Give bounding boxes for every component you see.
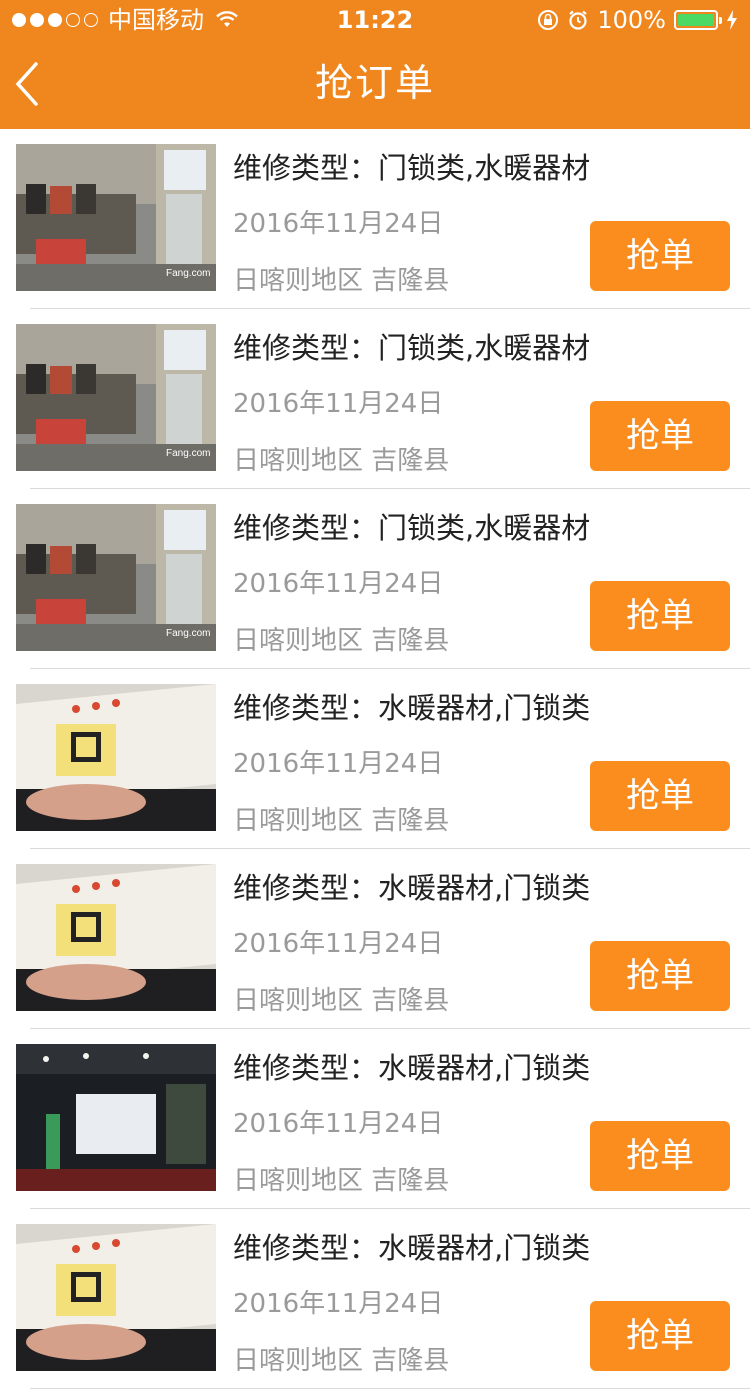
order-thumbnail xyxy=(16,684,216,831)
order-thumbnail xyxy=(16,1044,216,1191)
svg-text:Fang.com: Fang.com xyxy=(166,268,210,279)
order-region: 日喀则地区 吉隆县 xyxy=(233,446,450,476)
list-item[interactable]: 维修类型：水暖器材,门锁类 2016年11月24日 日喀则地区 吉隆县 抢单 xyxy=(0,669,750,849)
list-item[interactable]: Fang.com 维修类型：门锁类,水暖器材 2016年11月24日 日喀则地区… xyxy=(0,489,750,669)
order-thumbnail xyxy=(16,864,216,1011)
order-date: 2016年11月24日 xyxy=(233,209,444,239)
rotation-lock-icon xyxy=(538,10,559,30)
list-item[interactable]: 维修类型：水暖器材,门锁类 2016年11月24日 日喀则地区 吉隆县 抢单 xyxy=(0,849,750,1029)
status-right: 100% xyxy=(537,0,738,40)
order-region: 日喀则地区 吉隆县 xyxy=(233,1346,450,1376)
nav-bar: 抢订单 xyxy=(0,40,750,129)
order-title: 维修类型：门锁类,水暖器材 xyxy=(233,151,591,185)
order-date: 2016年11月24日 xyxy=(233,749,444,779)
svg-text:Fang.com: Fang.com xyxy=(166,448,210,459)
order-date: 2016年11月24日 xyxy=(233,389,444,419)
order-thumbnail: Fang.com xyxy=(16,324,216,471)
order-region: 日喀则地区 吉隆县 xyxy=(233,266,450,296)
header: 中国移动 11:22 100% 抢订单 xyxy=(0,0,750,129)
order-title: 维修类型：水暖器材,门锁类 xyxy=(233,691,591,725)
order-date: 2016年11月24日 xyxy=(233,1109,444,1139)
battery-icon xyxy=(674,10,722,30)
order-title: 维修类型：门锁类,水暖器材 xyxy=(233,511,591,545)
order-list: Fang.com 维修类型：门锁类,水暖器材 2016年11月24日 日喀则地区… xyxy=(0,129,750,1389)
grab-order-button[interactable]: 抢单 xyxy=(590,1121,730,1191)
order-date: 2016年11月24日 xyxy=(233,929,444,959)
list-item[interactable]: Fang.com 维修类型：门锁类,水暖器材 2016年11月24日 日喀则地区… xyxy=(0,309,750,489)
order-title: 维修类型：水暖器材,门锁类 xyxy=(233,1231,591,1265)
grab-order-button[interactable]: 抢单 xyxy=(590,221,730,291)
order-title: 维修类型：门锁类,水暖器材 xyxy=(233,331,591,365)
list-item[interactable]: 维修类型：水暖器材,门锁类 2016年11月24日 日喀则地区 吉隆县 抢单 xyxy=(0,1029,750,1209)
grab-order-button[interactable]: 抢单 xyxy=(590,941,730,1011)
battery-percent: 100% xyxy=(597,6,666,34)
charging-icon xyxy=(727,10,737,30)
order-thumbnail: Fang.com xyxy=(16,504,216,651)
list-item[interactable]: Fang.com 维修类型：门锁类,水暖器材 2016年11月24日 日喀则地区… xyxy=(0,129,750,309)
list-item[interactable]: 维修类型：水暖器材,门锁类 2016年11月24日 日喀则地区 吉隆县 抢单 xyxy=(0,1209,750,1389)
order-date: 2016年11月24日 xyxy=(233,1289,444,1319)
order-title: 维修类型：水暖器材,门锁类 xyxy=(233,871,591,905)
svg-text:Fang.com: Fang.com xyxy=(166,628,210,639)
order-title: 维修类型：水暖器材,门锁类 xyxy=(233,1051,591,1085)
grab-order-button[interactable]: 抢单 xyxy=(590,401,730,471)
order-region: 日喀则地区 吉隆县 xyxy=(233,986,450,1016)
order-date: 2016年11月24日 xyxy=(233,569,444,599)
order-thumbnail xyxy=(16,1224,216,1371)
grab-order-button[interactable]: 抢单 xyxy=(590,1301,730,1371)
page-title: 抢订单 xyxy=(314,61,435,105)
grab-order-button[interactable]: 抢单 xyxy=(590,581,730,651)
order-region: 日喀则地区 吉隆县 xyxy=(233,626,450,656)
alarm-icon xyxy=(569,10,588,30)
status-bar: 中国移动 11:22 100% xyxy=(0,0,750,40)
grab-order-button[interactable]: 抢单 xyxy=(590,761,730,831)
order-thumbnail: Fang.com xyxy=(16,144,216,291)
order-region: 日喀则地区 吉隆县 xyxy=(233,806,450,836)
order-region: 日喀则地区 吉隆县 xyxy=(233,1166,450,1196)
